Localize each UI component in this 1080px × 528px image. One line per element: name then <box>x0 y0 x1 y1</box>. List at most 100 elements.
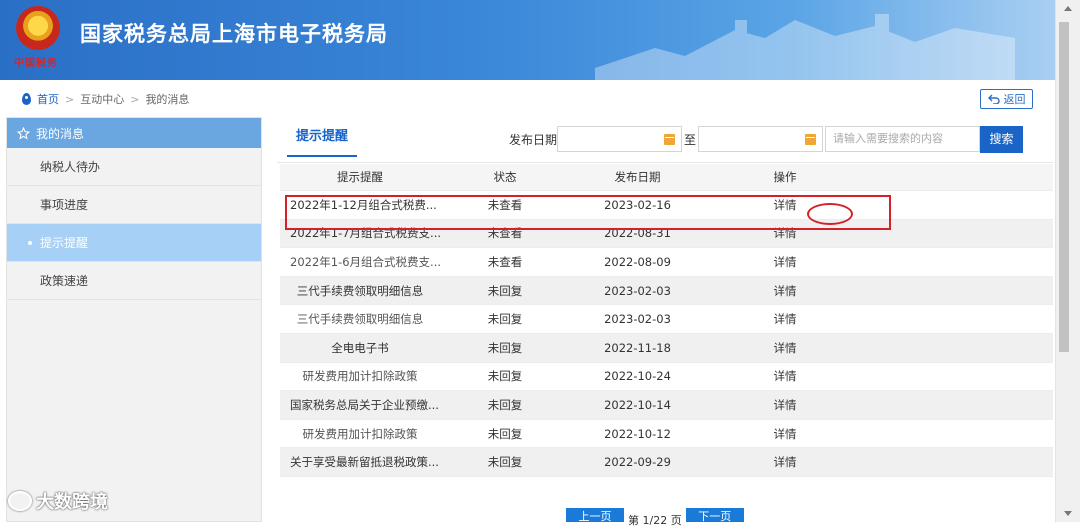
return-arrow-icon <box>987 94 1000 104</box>
table-row: 全电电子书 未回复 2022-11-18 详情 <box>280 333 1053 363</box>
sidebar-item-progress[interactable]: 事项进度 <box>7 186 261 224</box>
back-button[interactable]: 返回 <box>980 89 1033 109</box>
end-date-input[interactable] <box>698 126 823 152</box>
row-status: 未回复 <box>487 312 523 327</box>
row-date: 2023-02-03 <box>604 283 671 298</box>
pagination: 上一页 第 1/22 页 下一页 <box>566 508 744 528</box>
scroll-thumb[interactable] <box>1059 22 1069 352</box>
scroll-down-icon[interactable] <box>1064 511 1072 516</box>
sidebar-item-reminders[interactable]: 提示提醒 <box>7 224 261 262</box>
breadcrumb-current: 我的消息 <box>145 93 190 106</box>
breadcrumb-interaction-center[interactable]: 互动中心 <box>80 91 124 107</box>
sidebar-item-taxpayer-todo[interactable]: 纳税人待办 <box>7 148 261 186</box>
detail-link[interactable]: 详情 <box>725 426 845 442</box>
row-date: 2022-08-31 <box>604 226 671 241</box>
watermark-logo-icon <box>8 491 32 511</box>
star-icon <box>17 126 30 139</box>
column-header: 提示提醒 <box>337 170 383 184</box>
column-header: 操作 <box>773 170 797 184</box>
site-title: 国家税务总局上海市电子税务局 <box>80 22 388 46</box>
table-header: 提示提醒 状态 发布日期 操作 <box>280 164 1053 191</box>
sidebar-header[interactable]: 我的消息 <box>7 118 261 148</box>
great-wall-decoration <box>595 14 1015 80</box>
row-date: 2022-08-09 <box>604 254 671 269</box>
row-title[interactable]: 2022年1-6月组合式税费支... <box>280 254 440 270</box>
search-button[interactable]: 搜索 <box>980 126 1023 153</box>
table-row: 研发费用加计扣除政策 未回复 2022-10-12 详情 <box>280 420 1053 449</box>
breadcrumb-separator: > <box>65 92 75 106</box>
detail-link[interactable]: 详情 <box>725 311 845 327</box>
sidebar-item-policy[interactable]: 政策速递 <box>7 262 261 300</box>
calendar-icon[interactable] <box>664 134 675 145</box>
sidebar-title: 我的消息 <box>36 126 85 141</box>
row-status: 未回复 <box>487 283 523 298</box>
scroll-up-icon[interactable] <box>1064 6 1072 11</box>
filter-bar: 提示提醒 发布日期 至 请输入需要搜索的内容 搜索 <box>277 117 1053 163</box>
row-title[interactable]: 关于享受最新留抵退税政策... <box>280 454 440 470</box>
column-header: 状态 <box>493 170 517 184</box>
row-status: 未查看 <box>487 226 523 241</box>
row-date: 2022-10-14 <box>604 397 671 412</box>
breadcrumb-separator: > <box>130 92 140 106</box>
row-title[interactable]: 研发费用加计扣除政策 <box>280 426 440 442</box>
tab-reminders[interactable]: 提示提醒 <box>287 127 357 157</box>
location-pin-icon <box>22 93 31 105</box>
main-panel: 提示提醒 发布日期 至 请输入需要搜索的内容 搜索 提示提醒 状态 发布日期 操… <box>277 117 1053 522</box>
detail-link[interactable]: 详情 <box>725 454 845 470</box>
table-row: 三代手续费领取明细信息 未回复 2023-02-03 详情 <box>280 305 1053 334</box>
breadcrumb: 首页 > 互动中心 > 我的消息 <box>22 91 189 107</box>
calendar-icon[interactable] <box>805 134 816 145</box>
row-date: 2022-10-12 <box>604 426 671 441</box>
row-status: 未回复 <box>487 397 523 412</box>
prev-page-button[interactable]: 上一页 <box>566 508 624 522</box>
row-status: 未回复 <box>487 455 523 470</box>
row-title[interactable]: 2022年1-7月组合式税费支... <box>280 225 440 241</box>
row-status: 未查看 <box>487 254 523 269</box>
watermark: 大数跨境 <box>8 488 108 514</box>
page-scrollbar[interactable] <box>1055 0 1080 522</box>
row-date: 2023-02-03 <box>604 312 671 327</box>
detail-link[interactable]: 详情 <box>725 283 845 299</box>
detail-link[interactable]: 详情 <box>725 197 845 213</box>
detail-link[interactable]: 详情 <box>725 225 845 241</box>
row-status: 未查看 <box>487 197 523 212</box>
detail-link[interactable]: 详情 <box>725 397 845 413</box>
row-date: 2022-11-18 <box>604 340 671 355</box>
row-date: 2022-09-29 <box>604 455 671 470</box>
sidebar: 我的消息 纳税人待办 事项进度 提示提醒 政策速递 <box>6 117 262 522</box>
row-title[interactable]: 全电电子书 <box>280 340 440 356</box>
row-title[interactable]: 2022年1-12月组合式税费... <box>280 197 440 213</box>
table-row: 2022年1-7月组合式税费支... 未查看 2022-08-31 详情 <box>280 219 1053 249</box>
row-title[interactable]: 三代手续费领取明细信息 <box>280 283 440 299</box>
search-input[interactable]: 请输入需要搜索的内容 <box>825 126 980 152</box>
breadcrumb-home[interactable]: 首页 <box>37 91 59 107</box>
row-status: 未回复 <box>487 340 523 355</box>
row-title[interactable]: 国家税务总局关于企业预缴... <box>280 397 440 413</box>
message-table: 提示提醒 状态 发布日期 操作 2022年1-12月组合式税费... 未查看 2… <box>280 164 1053 477</box>
page-info: 第 1/22 页 <box>628 514 682 527</box>
table-row: 2022年1-6月组合式税费支... 未查看 2022-08-09 详情 <box>280 248 1053 277</box>
next-page-button[interactable]: 下一页 <box>685 508 744 522</box>
emblem-caption: 中国税务 <box>14 58 58 69</box>
tax-emblem-icon <box>16 6 60 50</box>
date-label: 发布日期 <box>509 133 558 147</box>
table-row: 研发费用加计扣除政策 未回复 2022-10-24 详情 <box>280 363 1053 392</box>
row-title[interactable]: 三代手续费领取明细信息 <box>280 311 440 327</box>
row-status: 未回复 <box>487 426 523 441</box>
detail-link[interactable]: 详情 <box>725 254 845 270</box>
table-row: 关于享受最新留抵退税政策... 未回复 2022-09-29 详情 <box>280 448 1053 477</box>
row-title[interactable]: 研发费用加计扣除政策 <box>280 368 440 384</box>
table-row: 2022年1-12月组合式税费... 未查看 2023-02-16 详情 <box>280 191 1053 220</box>
detail-link[interactable]: 详情 <box>725 368 845 384</box>
detail-link[interactable]: 详情 <box>725 340 845 356</box>
row-status: 未回复 <box>487 369 523 384</box>
table-row: 国家税务总局关于企业预缴... 未回复 2022-10-14 详情 <box>280 391 1053 420</box>
to-label: 至 <box>684 133 697 147</box>
site-header: 中国税务 国家税务总局上海市电子税务局 <box>0 0 1055 80</box>
breadcrumb-bar: 首页 > 互动中心 > 我的消息 返回 <box>0 80 1055 116</box>
row-date: 2022-10-24 <box>604 369 671 384</box>
back-button-label: 返回 <box>1003 93 1026 106</box>
start-date-input[interactable] <box>557 126 682 152</box>
table-row: 三代手续费领取明细信息 未回复 2023-02-03 详情 <box>280 276 1053 306</box>
row-date: 2023-02-16 <box>604 197 671 212</box>
